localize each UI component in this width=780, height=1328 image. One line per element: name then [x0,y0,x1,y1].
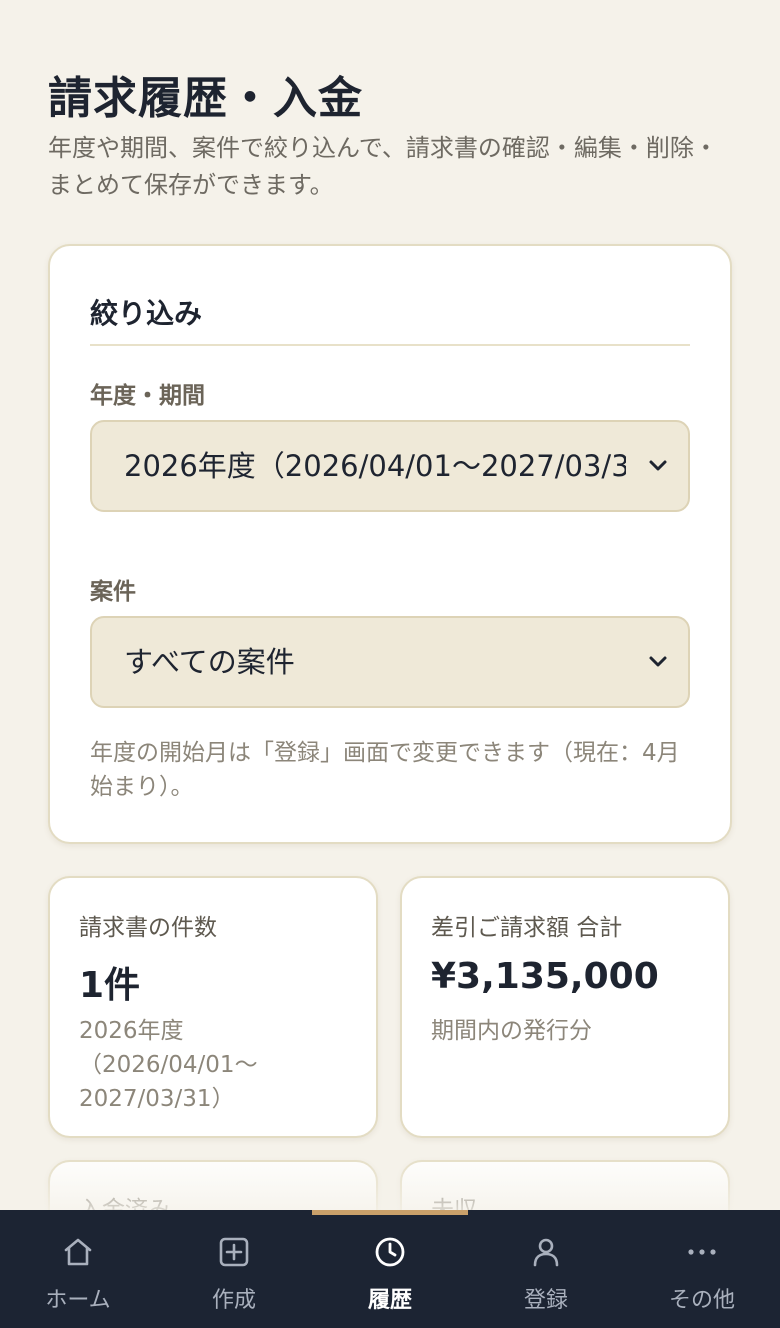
invoice-count-value: 1件 [79,965,141,1006]
invoice-count-period: 2026年度（2026/04/01〜2027/03/31） [79,1018,258,1112]
bottom-nav: ホーム 作成 履歴 登録 その他 [0,1210,780,1328]
divider [90,344,690,346]
total-amount-note: 期間内の発行分 [431,1018,592,1044]
chevron-down-icon [649,656,667,667]
nav-item-create[interactable]: 作成 [156,1210,312,1328]
period-select[interactable]: 2026年度（2026/04/01〜2027/03/31） [90,420,690,512]
plus-square-icon [219,1237,249,1267]
home-icon [64,1238,92,1266]
invoice-count-label: 請求書の件数 [79,915,217,941]
nav-item-history[interactable]: 履歴 [312,1210,468,1328]
project-select-value: すべての案件 [124,645,295,679]
clock-icon [375,1237,405,1267]
page-title: 請求履歴・入金 [48,73,363,124]
period-label: 年度・期間 [90,383,205,409]
filter-card: 絞り込み 年度・期間 2026年度（2026/04/01〜2027/03/31）… [48,244,732,844]
filter-note: 年度の開始月は「登録」画面で変更できます（現在：4月始まり）。 [90,740,680,800]
nav-label-register: 登録 [523,1288,568,1313]
nav-item-more[interactable]: その他 [624,1210,780,1328]
nav-item-register[interactable]: 登録 [468,1210,624,1328]
nav-label-history: 履歴 [367,1288,412,1313]
nav-label-create: 作成 [211,1288,256,1313]
filter-title: 絞り込み [90,297,203,330]
user-icon [533,1238,559,1267]
chevron-down-icon [649,460,667,471]
nav-item-home[interactable]: ホーム [0,1210,156,1328]
more-icon [688,1249,716,1255]
page-description: 年度や期間、案件で絞り込んで、請求書の確認・編集・削除・まとめて保存ができます。 [48,134,718,199]
total-amount-value: ¥3,135,000 [431,956,659,997]
nav-label-more: その他 [668,1288,735,1313]
total-amount-label: 差引ご請求額 合計 [431,915,623,941]
project-select[interactable]: すべての案件 [90,616,690,708]
project-label: 案件 [90,579,136,605]
invoice-count-card: 請求書の件数 1件 2026年度（2026/04/01〜2027/03/31） [48,876,378,1138]
total-amount-card: 差引ご請求額 合計 ¥3,135,000 期間内の発行分 [400,876,730,1138]
nav-label-home: ホーム [45,1288,111,1313]
period-select-value: 2026年度（2026/04/01〜2027/03/31） [124,449,626,483]
